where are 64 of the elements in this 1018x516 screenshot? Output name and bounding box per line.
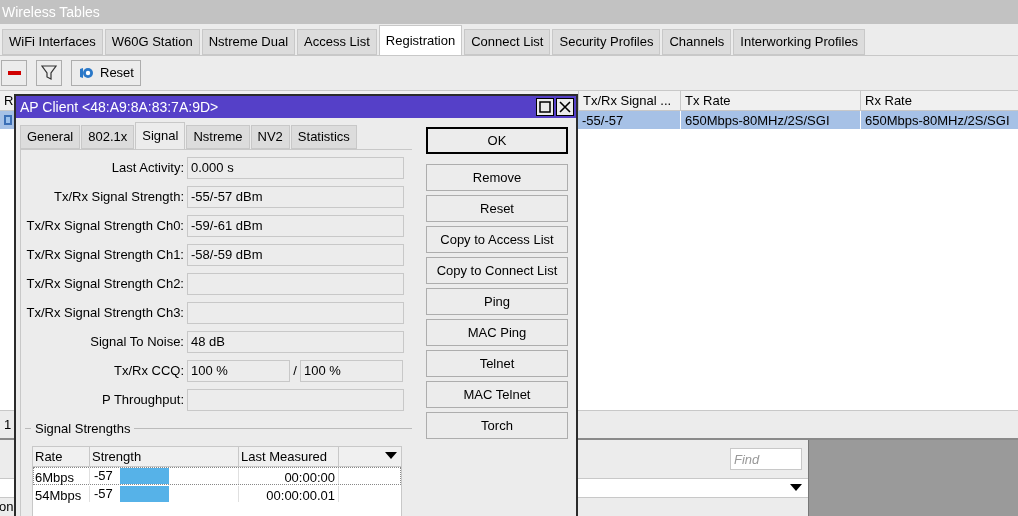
column-header: Strength — [89, 446, 238, 466]
tab[interactable]: WiFi Interfaces — [2, 29, 103, 55]
dialog-button[interactable]: Copy to Connect List — [426, 257, 568, 284]
cut-text: on — [0, 498, 15, 516]
table-cell-text: 6Mbps — [34, 468, 76, 484]
table-cell-text: -57 — [94, 484, 113, 503]
dialog-button[interactable]: Torch — [426, 412, 568, 439]
value-field[interactable]: 100 % — [300, 360, 403, 382]
value-field[interactable]: -55/-57 dBm — [187, 186, 404, 208]
dialog-button[interactable]: Copy to Access List — [426, 226, 568, 253]
tab[interactable]: Signal — [135, 122, 186, 149]
field-label: Last Activity: — [110, 159, 185, 178]
dialog-button[interactable]: Remove — [426, 164, 568, 191]
tab[interactable]: General — [20, 125, 81, 149]
column-header: Tx Rate — [680, 91, 860, 110]
tab[interactable]: Interworking Profiles — [733, 29, 866, 55]
table-cell: 00:00:00.01 — [238, 485, 338, 502]
table-cell-text: 54Mbps — [34, 486, 83, 502]
group-title: Signal Strengths — [34, 420, 132, 438]
field-label: Signal To Noise: — [89, 333, 185, 352]
tab[interactable]: Channels — [662, 29, 732, 55]
field-label: Tx/Rx CCQ: — [112, 362, 185, 381]
tab[interactable]: NV2 — [250, 125, 290, 149]
column-header: R — [3, 92, 12, 110]
field-label: Tx/Rx Signal Strength Ch1: — [25, 246, 185, 265]
table-cell-text: -55/-57 — [581, 112, 625, 129]
tab[interactable]: Connect List — [464, 29, 551, 55]
column-header: Last Measured — [238, 446, 338, 466]
field-label: Tx/Rx Signal Strength Ch0: — [25, 217, 185, 236]
tab[interactable]: Access List — [297, 29, 377, 55]
field-label: Tx/Rx Signal Strength: — [52, 188, 185, 207]
dialog-button[interactable]: Ping — [426, 288, 568, 315]
tab[interactable]: Statistics — [290, 125, 357, 149]
tab[interactable]: Nstreme — [186, 125, 250, 149]
table-cell: 00:00:00 — [238, 467, 338, 484]
value-field[interactable]: 0.000 s — [187, 157, 404, 179]
value-field[interactable]: -59/-61 dBm — [187, 215, 404, 237]
reset-button[interactable]: Reset — [71, 60, 141, 86]
find-field[interactable]: Find — [730, 448, 802, 470]
tab[interactable]: W60G Station — [104, 29, 200, 55]
field-label: P Throughput: — [101, 391, 185, 410]
dialog-button[interactable]: MAC Telnet — [426, 381, 568, 408]
dialog-button[interactable]: OK — [426, 127, 568, 154]
window-title: Wireless Tables — [2, 2, 100, 22]
column-header: Rx Rate — [860, 91, 1018, 110]
table-cell-text: -57 — [94, 466, 113, 485]
table-cell: 650Mbps-80MHz/2S/SGI — [860, 111, 1018, 129]
field-label: Tx/Rx Signal Strength Ch2: — [25, 275, 185, 294]
dialog-button[interactable]: Telnet — [426, 350, 568, 377]
tab[interactable]: Security Profiles — [552, 29, 661, 55]
tab[interactable]: 802.1x — [81, 125, 135, 149]
column-header: Rate — [34, 447, 64, 466]
value-field[interactable]: 48 dB — [187, 331, 404, 353]
item-count: 1 — [4, 415, 12, 434]
table-cell: 650Mbps-80MHz/2S/SGI — [680, 111, 860, 129]
value-field[interactable]: 100 % — [187, 360, 290, 382]
tab[interactable]: Nstreme Dual — [201, 29, 296, 55]
dialog-title: AP Client <48:A9:8A:83:7A:9D> — [20, 97, 220, 117]
value-field[interactable]: -58/-59 dBm — [187, 244, 404, 266]
field-label: Tx/Rx Signal Strength Ch3: — [25, 304, 185, 323]
dialog-button[interactable]: MAC Ping — [426, 319, 568, 346]
tab[interactable]: Registration — [378, 25, 463, 55]
separator-text: / — [292, 362, 298, 381]
dialog-button[interactable]: Reset — [426, 195, 568, 222]
